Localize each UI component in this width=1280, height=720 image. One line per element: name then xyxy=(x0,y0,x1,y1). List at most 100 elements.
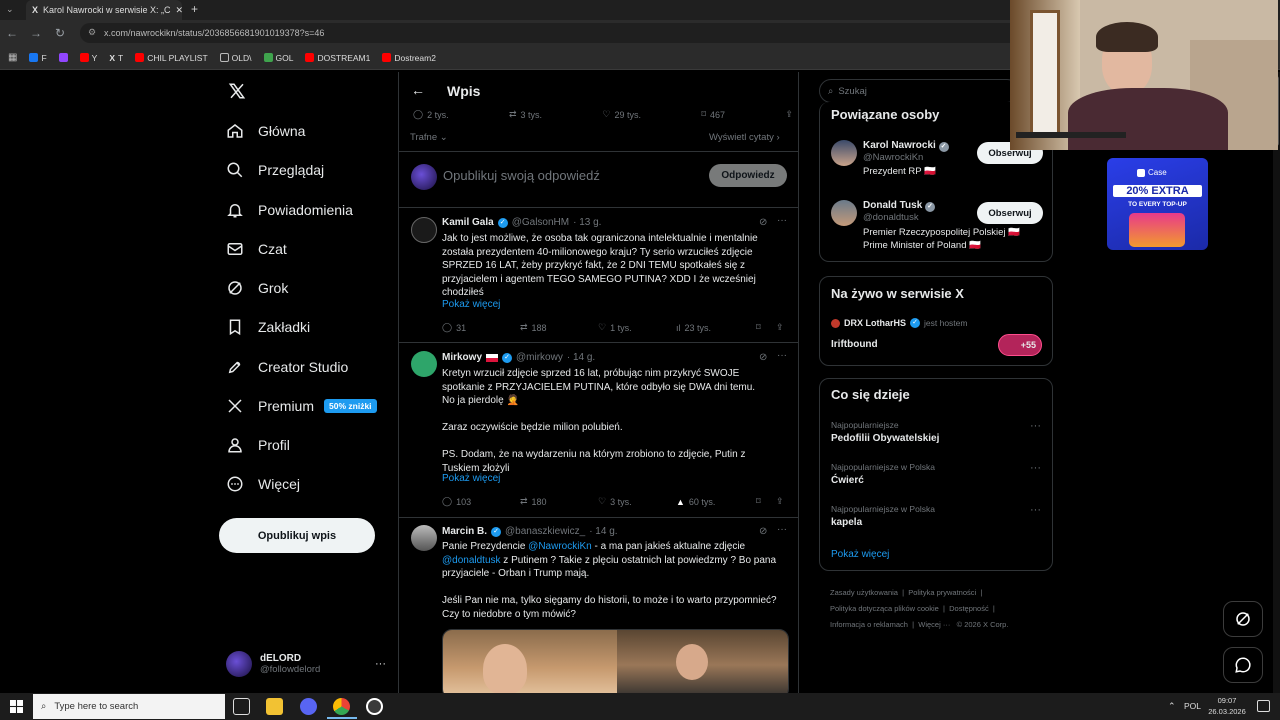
reply-action[interactable]: ◯ 103 xyxy=(442,496,520,507)
footer-link[interactable]: Informacja o reklamach xyxy=(830,620,908,629)
live-space-name[interactable]: Iriftbound xyxy=(831,339,878,350)
nav-messages[interactable]: Czat xyxy=(226,240,287,258)
sort-dropdown[interactable]: Trafne ⌄ xyxy=(410,132,448,143)
footer-link[interactable]: Polityka prywatności xyxy=(908,588,976,597)
footer-link[interactable]: Zasady użytkowania xyxy=(830,588,898,597)
live-host[interactable]: DRX LotharHS ✓ jest hostem xyxy=(831,318,967,328)
author-name[interactable]: Kamil Gala xyxy=(442,217,494,228)
post-button[interactable]: Opublikuj wpis xyxy=(219,518,375,553)
tweet-time[interactable]: · 14 g. xyxy=(567,352,595,363)
bookmark-twitch[interactable] xyxy=(58,53,68,62)
forward-icon[interactable]: → xyxy=(24,26,48,40)
back-arrow-icon[interactable]: ← xyxy=(411,82,425,98)
author-name[interactable]: Marcin B. xyxy=(442,526,487,537)
trend-item[interactable]: Najpopularniejsze w Polska kapela ··· xyxy=(831,504,1041,528)
reply-stat[interactable]: ◯ 2 tys. xyxy=(413,109,449,120)
tweet-time[interactable]: · 14 g. xyxy=(589,526,617,537)
bookmark-f[interactable]: F xyxy=(29,53,47,63)
reply-action[interactable]: ◯ 31 xyxy=(442,322,520,333)
tray-chevron-icon[interactable]: ⌃ xyxy=(1168,701,1176,712)
back-icon[interactable]: ← xyxy=(0,26,24,40)
share-action[interactable]: ⇪ xyxy=(776,496,784,507)
bookmark-dostream1[interactable]: DOSTREAM1 xyxy=(305,53,370,63)
discord-icon[interactable] xyxy=(300,698,317,715)
bookmark-stat[interactable]: ⌑ 467 xyxy=(701,109,725,120)
x-logo-icon[interactable] xyxy=(228,82,246,100)
nav-profile[interactable]: Profil xyxy=(226,436,290,454)
tweet-more-icon[interactable]: ··· xyxy=(777,215,787,226)
like-stat[interactable]: ♡ 29 tys. xyxy=(602,109,641,120)
nav-notifications[interactable]: Powiadomienia xyxy=(226,201,353,219)
nav-more[interactable]: Więcej xyxy=(226,475,300,493)
footer-link[interactable]: Polityka dotycząca plików cookie xyxy=(830,604,939,613)
trend-more-icon[interactable]: ··· xyxy=(1030,504,1041,516)
bookmark-dostream2[interactable]: Dostream2 xyxy=(382,53,436,63)
page-scrollbar[interactable] xyxy=(1273,72,1280,693)
mention-link[interactable]: @NawrockiKn xyxy=(528,541,592,552)
grok-icon[interactable]: ⊘ xyxy=(759,526,767,537)
share-action[interactable]: ⇪ xyxy=(776,322,784,333)
reply-button[interactable]: Odpowiedz xyxy=(709,164,787,187)
taskbar-search[interactable]: ⌕ Type here to search xyxy=(33,694,225,719)
nav-bookmarks[interactable]: Zakładki xyxy=(226,318,310,336)
messages-fab[interactable] xyxy=(1223,647,1263,683)
person-info[interactable]: Karol Nawrocki ✓ @NawrockiKn Prezydent R… xyxy=(863,140,949,177)
bookmark-old[interactable]: OLD\ xyxy=(219,53,252,63)
grok-fab[interactable] xyxy=(1223,601,1263,637)
trend-more-icon[interactable]: ··· xyxy=(1030,462,1041,474)
reload-icon[interactable]: ↻ xyxy=(48,26,72,40)
mention-link[interactable]: @donaldtusk xyxy=(442,555,501,566)
browser-tab[interactable]: X Karol Nawrocki w serwisie X: „C ✕ xyxy=(26,0,182,20)
grok-icon[interactable]: ⊘ xyxy=(759,217,767,228)
tab-list-chevron-icon[interactable]: ⌄ xyxy=(6,4,14,15)
obs-icon[interactable] xyxy=(366,698,383,715)
author-handle[interactable]: @banaszkiewicz_ xyxy=(505,526,585,537)
tab-close-icon[interactable]: ✕ xyxy=(176,5,182,16)
tweet-photo[interactable] xyxy=(442,629,789,694)
show-more-trends-link[interactable]: Pokaż więcej xyxy=(831,549,889,560)
notification-center-icon[interactable] xyxy=(1257,700,1270,712)
clock[interactable]: 09:07 26.03.2026 xyxy=(1207,695,1247,717)
show-more-link[interactable]: Pokaż więcej xyxy=(442,473,500,484)
repost-action[interactable]: ⇄ 180 xyxy=(520,496,598,507)
apps-grid-icon[interactable]: ▦ xyxy=(8,52,17,63)
live-listeners-badge[interactable]: +55 xyxy=(998,334,1042,356)
footer-link[interactable]: Dostępność xyxy=(949,604,989,613)
nav-grok[interactable]: Grok xyxy=(226,279,288,297)
language-indicator[interactable]: POL xyxy=(1184,701,1201,711)
bookmark-t[interactable]: XT xyxy=(109,53,123,63)
task-view-icon[interactable] xyxy=(233,698,250,715)
windows-start-icon[interactable] xyxy=(10,700,23,713)
site-info-icon[interactable]: ⚙ xyxy=(88,27,96,38)
chrome-icon[interactable] xyxy=(333,698,350,715)
views-action[interactable]: ıl 23 tys. xyxy=(676,322,756,333)
bookmark-y[interactable]: Y xyxy=(79,53,97,63)
bookmark-gol[interactable]: GOL xyxy=(263,53,293,63)
bookmark-chil[interactable]: CHIL PLAYLIST xyxy=(135,53,208,63)
nav-home[interactable]: Główna xyxy=(226,122,305,140)
tweet-time[interactable]: · 13 g. xyxy=(573,217,601,228)
ad-banner[interactable]: Case 20% EXTRA TO EVERY TOP-UP xyxy=(1107,158,1208,250)
url-field[interactable]: ⚙ x.com/nawrockikn/status/20368566819010… xyxy=(80,23,1020,43)
like-action[interactable]: ♡ 3 tys. xyxy=(598,496,676,507)
trend-item[interactable]: Najpopularniejsze w Polska Ćwierć ··· xyxy=(831,462,1041,486)
quotes-link[interactable]: Wyświetl cytaty › xyxy=(709,132,780,143)
author-handle[interactable]: @GalsonHM xyxy=(512,217,569,228)
like-action[interactable]: ♡ 1 tys. xyxy=(598,322,676,333)
share-stat[interactable]: ⇪ xyxy=(785,109,793,120)
show-more-link[interactable]: Pokaż więcej xyxy=(442,299,500,310)
bookmark-action[interactable]: ⌑ xyxy=(756,496,776,507)
search-input[interactable]: ⌕ Szukaj xyxy=(819,79,1019,103)
new-tab-icon[interactable]: + xyxy=(191,2,198,16)
nav-explore[interactable]: Przeglądaj xyxy=(226,161,324,179)
tweet-more-icon[interactable]: ··· xyxy=(777,350,787,361)
trend-item[interactable]: Najpopularniejsze Pedofilii Obywatelskie… xyxy=(831,420,1041,444)
account-switcher[interactable]: dELORD @followdelord ··· xyxy=(226,644,386,684)
bookmark-action[interactable]: ⌑ xyxy=(756,322,776,333)
grok-icon[interactable]: ⊘ xyxy=(759,352,767,363)
repost-action[interactable]: ⇄ 188 xyxy=(520,322,598,333)
footer-link[interactable]: Więcej ··· xyxy=(918,620,950,629)
views-action[interactable]: ▲ 60 tys. xyxy=(676,496,756,507)
tweet-more-icon[interactable]: ··· xyxy=(777,524,787,535)
repost-stat[interactable]: ⇄ 3 tys. xyxy=(509,109,542,120)
